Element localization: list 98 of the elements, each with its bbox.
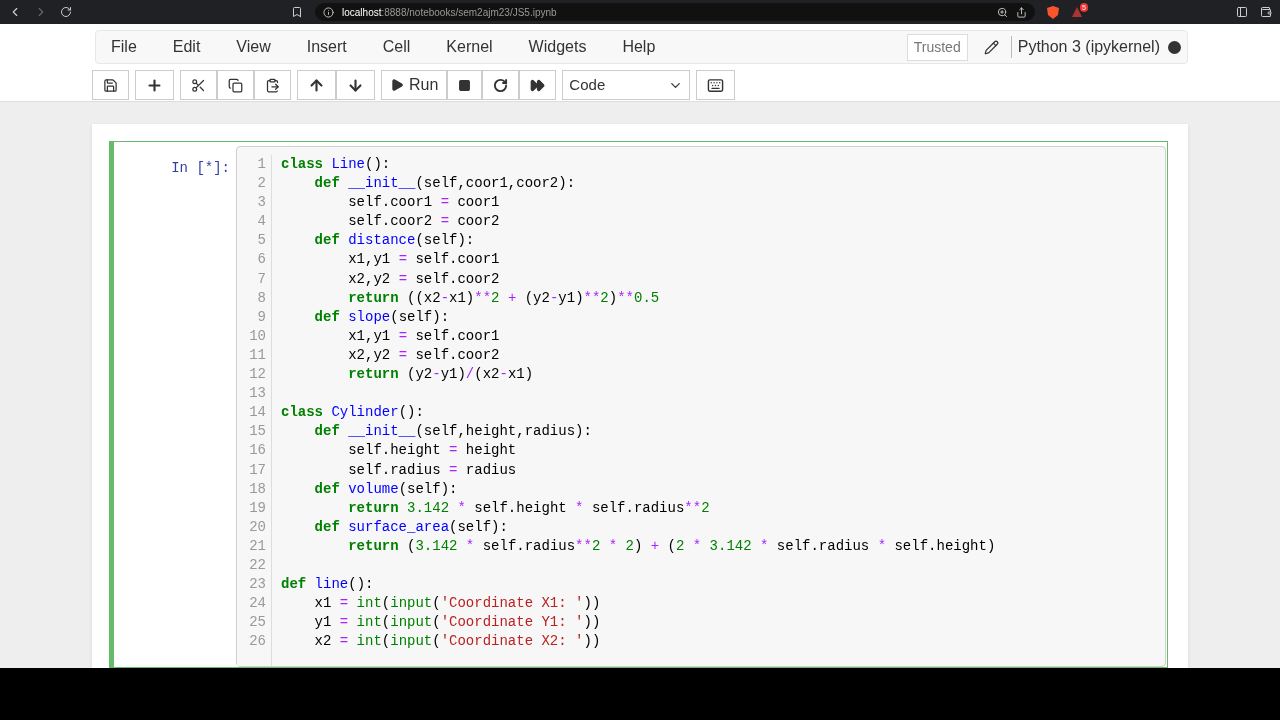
- code-line: def line():: [281, 575, 374, 595]
- run-all-button[interactable]: [519, 70, 557, 100]
- line-number: 8: [257, 288, 266, 308]
- url-text: localhost:8888/notebooks/sem2ajm23/JS5.ipynb: [342, 5, 557, 20]
- line-number: 25: [249, 613, 266, 633]
- copy-icon: [228, 77, 243, 93]
- code-line: x2,y2 = self.coor2: [347, 345, 500, 365]
- code-line: x1,y1 = self.coor1: [347, 250, 500, 270]
- line-number: 17: [249, 460, 266, 480]
- code-line: self.coor2 = coor2: [347, 212, 500, 232]
- code-line: def slope(self):: [313, 307, 450, 327]
- keyboard-icon: [707, 76, 725, 94]
- menu-item[interactable]: Edit: [172, 35, 201, 59]
- line-number: 15: [249, 422, 266, 442]
- copy-button[interactable]: [217, 70, 254, 100]
- stop-button[interactable]: [447, 70, 483, 100]
- line-number: 5: [257, 231, 266, 251]
- stop-icon: [458, 78, 472, 92]
- code-line: x1,y1 = self.coor1: [347, 326, 500, 346]
- scissors-icon: [191, 77, 206, 93]
- code-line: return (y2-y1)/(x2-x1): [347, 365, 534, 385]
- line-number: 7: [257, 269, 266, 289]
- arrow-down-icon: [347, 76, 364, 94]
- line-number: 3: [257, 193, 266, 213]
- line-number: 20: [249, 517, 266, 537]
- code-line: return ((x2-x1)**2 + (y2-y1)**2)**0.5: [347, 288, 660, 308]
- line-number: 1: [257, 155, 266, 174]
- line-number: 4: [257, 212, 266, 232]
- save-icon: [103, 77, 118, 93]
- line-number: 18: [249, 479, 266, 499]
- play-icon: [390, 78, 404, 92]
- restart-icon: [493, 77, 509, 93]
- code-line: def __init__(self,height,radius):: [313, 422, 592, 442]
- trusted-indicator[interactable]: Trusted: [906, 33, 968, 61]
- run-button[interactable]: Run: [381, 70, 448, 100]
- line-number: 22: [249, 555, 266, 575]
- pencil-icon[interactable]: [983, 39, 999, 55]
- menu-item[interactable]: View: [236, 35, 271, 59]
- line-number: 13: [249, 384, 266, 404]
- code-line: return 3.142 * self.height * self.radius**2: [347, 498, 710, 518]
- line-number: 24: [249, 594, 266, 614]
- sidebar-icon[interactable]: [1236, 6, 1248, 18]
- share-icon[interactable]: [1016, 6, 1027, 18]
- input-prompt: In [*]:: [171, 159, 230, 178]
- info-icon: [323, 6, 334, 18]
- menu-item[interactable]: Widgets: [528, 35, 587, 59]
- code-line: class Line():: [281, 155, 391, 174]
- shield-icon[interactable]: [1047, 5, 1059, 19]
- fast-forward-icon: [530, 77, 546, 93]
- code-line: def volume(self):: [313, 479, 458, 499]
- bookmark-icon[interactable]: [291, 6, 303, 18]
- restart-button[interactable]: [482, 70, 520, 100]
- line-number: 16: [249, 441, 266, 461]
- code-line: x2,y2 = self.coor2: [347, 269, 500, 289]
- cell-type-dropdown[interactable]: Code: [562, 70, 691, 100]
- line-number: 6: [257, 250, 266, 270]
- line-number: 12: [249, 365, 266, 385]
- paste-button[interactable]: [254, 70, 291, 100]
- line-number: 14: [249, 403, 266, 423]
- move-up-button[interactable]: [297, 70, 336, 100]
- wallet-icon[interactable]: [1260, 6, 1272, 18]
- code-line: def surface_area(self):: [313, 517, 508, 537]
- add-cell-button[interactable]: [135, 70, 174, 100]
- code-line: y1 = int(input('Coordinate Y1: ')): [313, 613, 601, 633]
- code-line: class Cylinder():: [281, 403, 424, 423]
- code-line: x2 = int(input('Coordinate X2: ')): [313, 632, 601, 652]
- code-line: x1 = int(input('Coordinate X1: ')): [313, 594, 601, 614]
- line-number: 21: [249, 536, 266, 556]
- clipboard-icon: [265, 77, 280, 93]
- address-bar[interactable]: localhost:8888/notebooks/sem2ajm23/JS5.ipynb: [315, 3, 1035, 21]
- zoom-icon[interactable]: [997, 6, 1008, 18]
- menu-item[interactable]: Cell: [382, 35, 411, 59]
- menu-item[interactable]: Insert: [306, 35, 347, 59]
- line-number: 10: [249, 326, 266, 346]
- code-line: self.coor1 = coor1: [347, 193, 500, 213]
- save-button[interactable]: [92, 70, 129, 100]
- menu-item[interactable]: Kernel: [446, 35, 493, 59]
- menu-item[interactable]: File: [111, 35, 137, 59]
- line-number: 11: [249, 345, 266, 365]
- kernel-name: Python 3 (ipykernel): [1017, 37, 1160, 57]
- triangle-icon[interactable]: [1071, 6, 1083, 18]
- reload-icon[interactable]: [60, 6, 72, 18]
- cut-button[interactable]: [180, 70, 217, 100]
- line-number: 23: [249, 575, 266, 595]
- code-line: def __init__(self,coor1,coor2):: [313, 174, 576, 194]
- menu-item[interactable]: Help: [622, 35, 656, 59]
- line-number: 19: [249, 498, 266, 518]
- keyboard-shortcuts-button[interactable]: [696, 70, 736, 100]
- plus-icon: [146, 76, 163, 94]
- code-line: self.height = height: [347, 441, 517, 461]
- move-down-button[interactable]: [336, 70, 375, 100]
- line-number: 9: [257, 307, 266, 327]
- arrow-up-icon: [308, 76, 325, 94]
- line-number: 2: [257, 174, 266, 194]
- code-line: self.radius = radius: [347, 460, 517, 480]
- code-line: return (3.142 * self.radius**2 * 2) + (2 * 3.142 * self.radius * self.height): [347, 536, 996, 556]
- line-number: 26: [249, 632, 266, 652]
- code-line: def distance(self):: [313, 231, 475, 251]
